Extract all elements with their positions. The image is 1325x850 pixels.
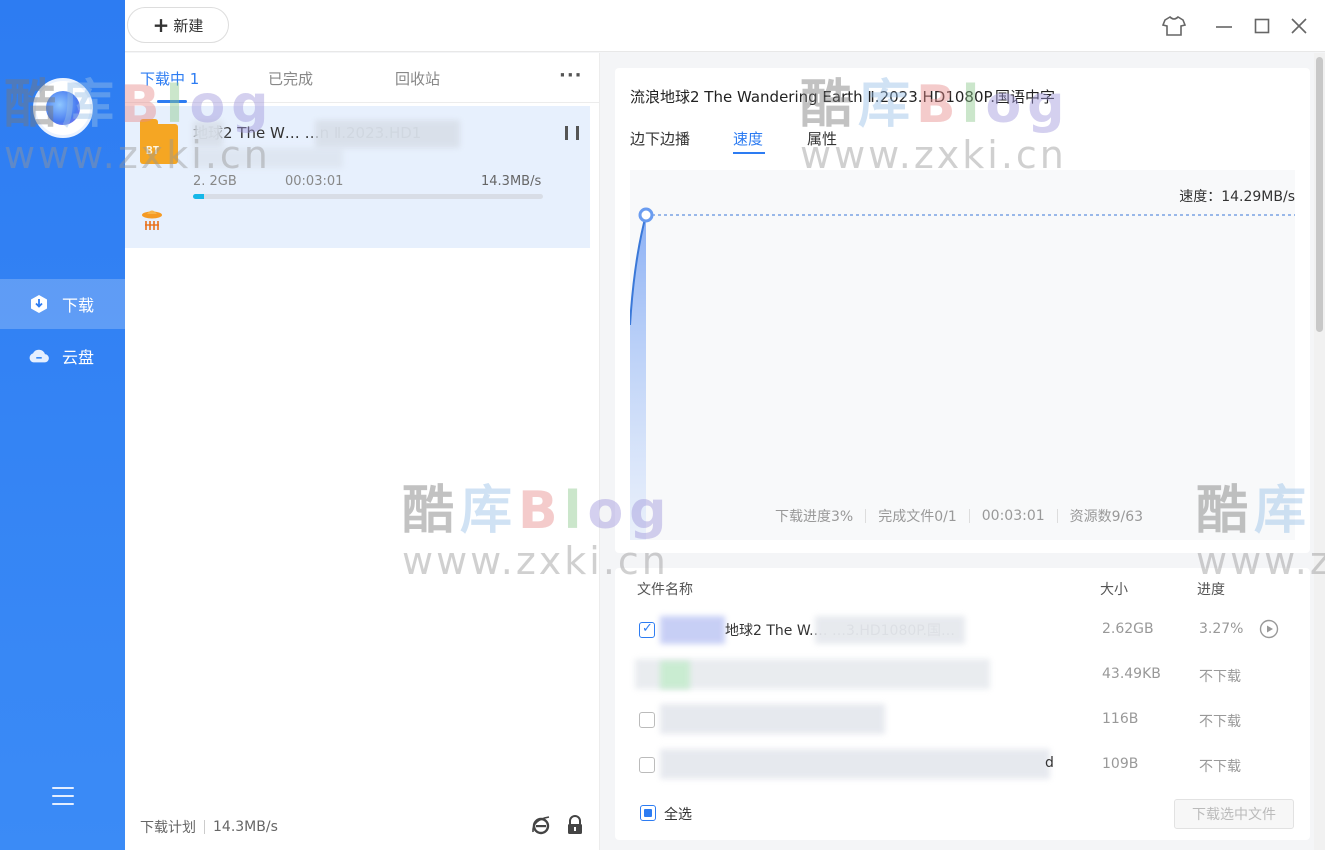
cloud-icon [28,345,50,367]
file-progress: 不下载 [1199,759,1241,775]
select-all-checkbox[interactable] [640,805,656,821]
task-tabs: 下载中 1 已完成 回收站 ··· [125,53,600,103]
tab-recycle-bin[interactable]: 回收站 [395,68,440,89]
sidebar-item-download[interactable]: 下载 [0,279,125,329]
avatar[interactable] [33,78,93,138]
detail-title: 流浪地球2 The Wandering Earth Ⅱ.2023.HD1080P… [630,88,1055,106]
file-row[interactable]: 地球2 The W.… …3.HD1080P.国… 2.62GB 3.27% [615,608,1310,653]
task-progress-fill [193,194,204,199]
download-plan-link[interactable]: 下载计划 [140,817,196,837]
task-speed: 14.3MB/s [481,174,542,189]
bt-file-icon: BT [140,119,178,164]
file-size: 43.49KB [1102,666,1161,682]
more-icon[interactable]: ··· [559,65,583,86]
tab-downloading[interactable]: 下载中 1 [140,68,199,89]
stat-sources: 资源数9/63 [1069,509,1144,525]
file-progress: 不下载 [1199,714,1241,730]
file-list-panel: 文件名称 大小 进度 地球2 The W.… …3.HD1080P.国… 2.6… [615,568,1310,840]
file-checkbox[interactable] [639,621,655,638]
browser-icon[interactable] [530,814,552,836]
task-size: 2. 2GB [193,174,237,189]
file-name: d [1045,755,1054,771]
file-checkbox[interactable] [639,757,655,773]
accelerate-icon[interactable] [140,206,164,234]
stat-progress: 下载进度3% [775,509,854,525]
file-row[interactable]: 116B 不下载 [615,698,1310,743]
sidebar-item-label: 下载 [62,296,95,315]
file-size: 116B [1102,711,1139,727]
scrollbar-thumb[interactable] [1316,57,1323,332]
sidebar: 下载 云盘 [0,0,125,850]
file-size: 2.62GB [1102,621,1154,637]
speed-area [630,215,646,540]
stat-files: 完成文件0/1 [878,509,957,525]
tab-count: 1 [189,70,200,88]
new-task-label: 新建 [173,16,204,35]
header-progress: 进度 [1197,582,1225,598]
task-list-panel: 下载中 1 已完成 回收站 ··· BT 地球2 The W… …n Ⅱ.202… [125,53,600,850]
plus-icon: + [152,13,170,37]
list-footer: 下载计划 14.3MB/s [140,817,278,837]
pause-icon[interactable] [565,126,579,142]
new-task-button[interactable]: + 新建 [127,7,229,43]
speed-chart: 速度：14.29MB/s 下载进度3% 完成文件0/1 00:03:01 资源数… [630,170,1295,540]
task-item[interactable]: BT 地球2 The W… …n Ⅱ.2023.HD1 2. 2GB 00:03… [125,106,590,248]
detail-tab-underline [733,152,765,154]
footer-speed: 14.3MB/s [213,819,278,835]
download-icon [28,293,50,315]
download-selected-button[interactable]: 下载选中文件 [1174,799,1294,829]
close-icon[interactable] [1285,12,1313,40]
tab-completed[interactable]: 已完成 [268,68,313,89]
play-icon[interactable] [1259,619,1279,639]
topbar: + 新建 [125,0,1325,52]
speed-label: 速度：14.29MB/s [1179,189,1295,205]
sidebar-item-cloud[interactable]: 云盘 [0,331,125,381]
task-time: 00:03:01 [285,174,344,189]
tab-underline [157,100,187,103]
menu-icon[interactable] [52,787,74,807]
tab-stream-play[interactable]: 边下边播 [630,128,690,149]
speed-chart-svg [630,207,1295,540]
file-row[interactable]: d 109B 不下载 [615,743,1310,788]
select-all-label: 全选 [664,807,692,823]
tab-properties[interactable]: 属性 [807,128,837,149]
file-size: 109B [1102,756,1139,772]
maximize-icon[interactable] [1248,12,1276,40]
sidebar-item-label: 云盘 [62,348,95,367]
scrollbar[interactable] [1314,53,1325,850]
chart-stats: 下载进度3% 完成文件0/1 00:03:01 资源数9/63 [775,506,1143,526]
file-progress: 3.27% [1199,621,1244,637]
file-checkbox[interactable] [639,712,655,728]
lock-icon[interactable] [566,815,584,835]
stat-time: 00:03:01 [981,508,1045,524]
tab-speed[interactable]: 速度 [733,128,763,149]
detail-panel: 流浪地球2 The Wandering Earth Ⅱ.2023.HD1080P… [615,68,1310,553]
header-file-name: 文件名称 [637,582,693,598]
file-row[interactable]: 43.49KB 不下载 [615,653,1310,698]
minimize-icon[interactable] [1210,12,1238,40]
skin-icon[interactable] [1160,12,1188,40]
speed-point [638,207,654,223]
file-progress: 不下载 [1199,669,1241,685]
header-size: 大小 [1100,582,1128,598]
task-progress-bar [193,194,543,199]
